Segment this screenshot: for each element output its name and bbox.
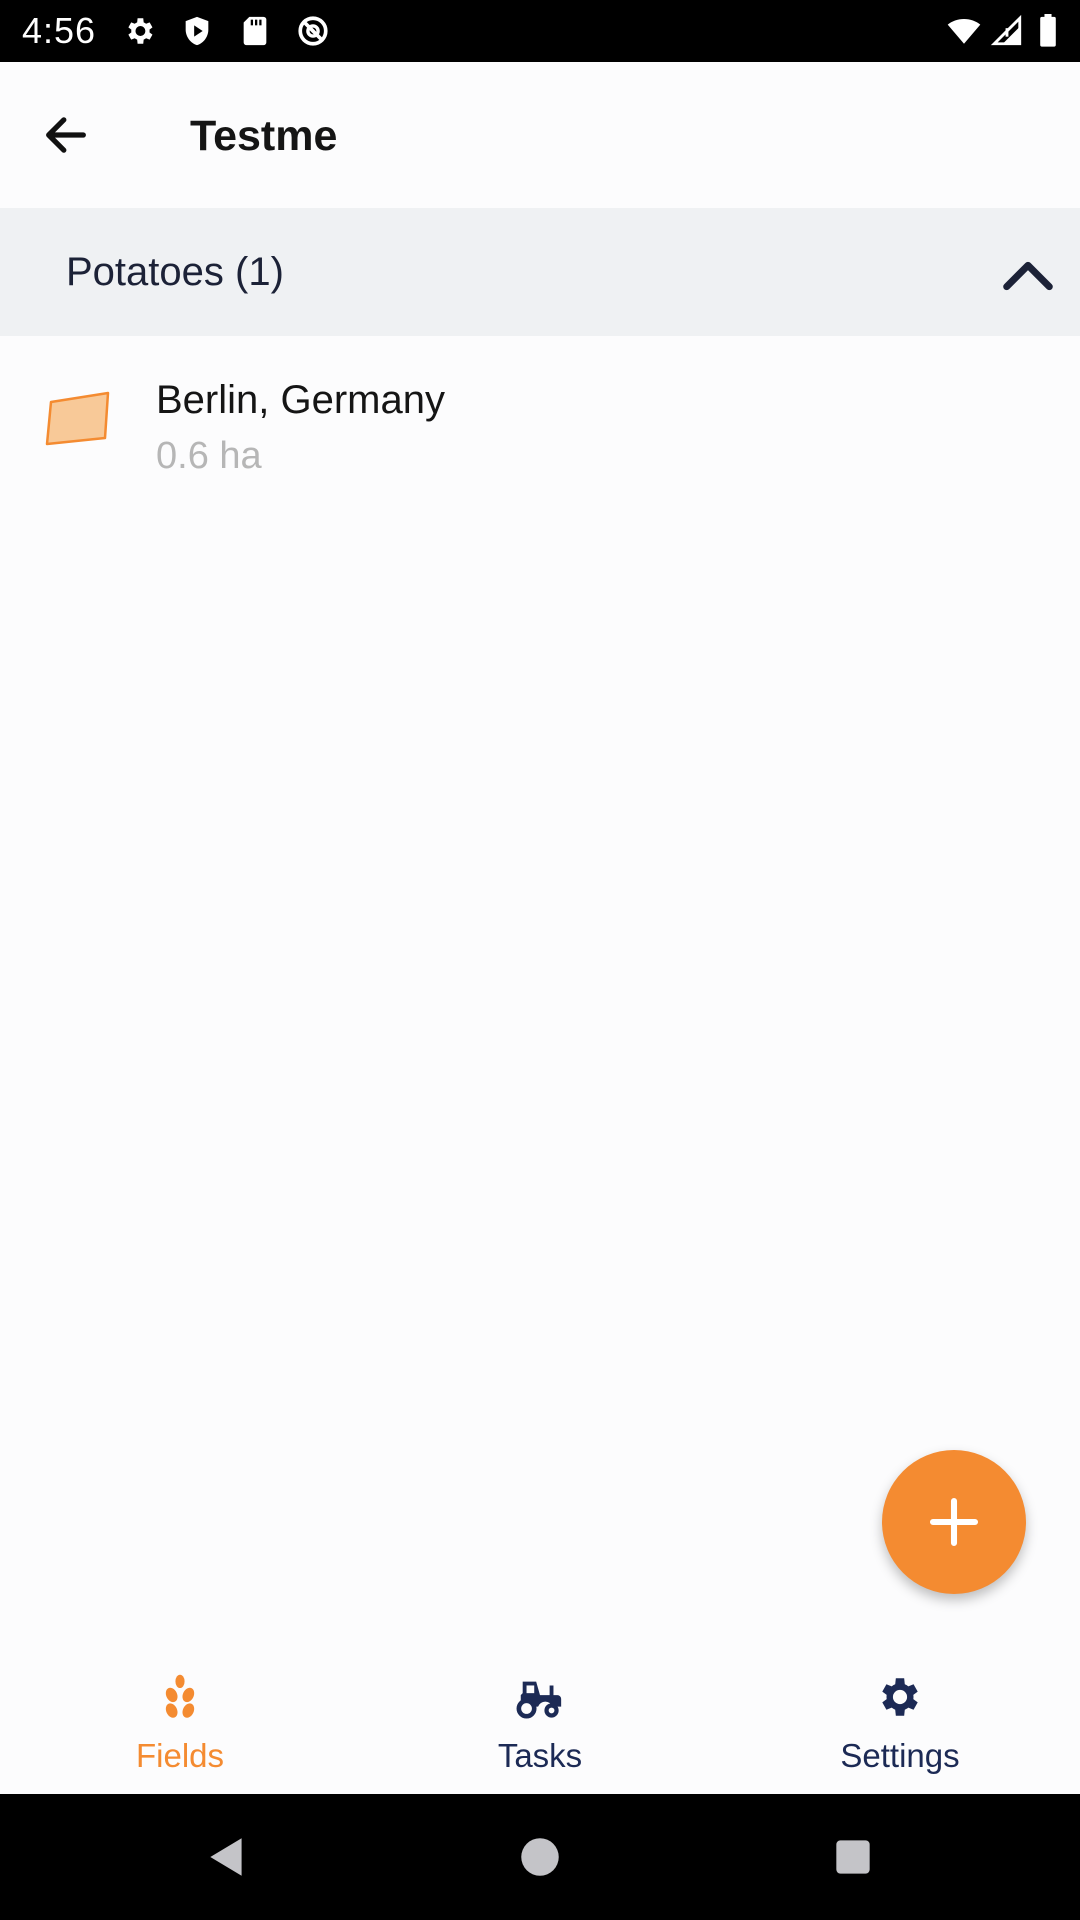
tractor-icon — [515, 1672, 565, 1722]
group-title: Potatoes (1) — [66, 250, 284, 294]
system-nav-bar — [0, 1794, 1080, 1920]
field-name: Berlin, Germany — [156, 378, 445, 422]
home-circle-icon[interactable] — [515, 1832, 565, 1882]
shield-play-icon — [180, 14, 214, 48]
recents-square-icon[interactable] — [828, 1832, 878, 1882]
field-area: 0.6 ha — [156, 435, 262, 477]
wheat-icon — [155, 1672, 205, 1722]
back-button[interactable] — [34, 103, 98, 167]
add-field-button[interactable] — [882, 1450, 1026, 1594]
chevron-up-icon[interactable] — [996, 244, 1060, 308]
gear-icon — [875, 1672, 925, 1722]
nav-label-tasks: Tasks — [497, 1737, 583, 1774]
nav-item-settings[interactable]: Settings — [720, 1638, 1080, 1794]
settings-icon — [122, 14, 156, 48]
field-list-item[interactable]: Berlin, Germany 0.6 ha — [0, 336, 1080, 500]
back-triangle-icon[interactable] — [202, 1832, 252, 1882]
signal-icon — [990, 14, 1024, 48]
nav-item-tasks[interactable]: Tasks — [360, 1638, 720, 1794]
status-time: 4:56 — [22, 10, 97, 51]
sd-card-icon — [238, 14, 272, 48]
nav-label-settings: Settings — [840, 1737, 960, 1774]
app-bar: Testme — [0, 62, 1080, 208]
plus-icon — [929, 1497, 979, 1547]
field-polygon-icon — [44, 388, 114, 450]
status-bar: 4:56 — [0, 0, 1080, 62]
nav-item-fields[interactable]: Fields — [0, 1638, 360, 1794]
at-sign-icon — [296, 14, 330, 48]
group-header[interactable]: Potatoes (1) — [0, 208, 1080, 336]
arrow-left-icon — [46, 117, 86, 153]
battery-icon — [1036, 14, 1060, 48]
wifi-icon — [944, 14, 984, 48]
nav-label-fields: Fields — [135, 1737, 225, 1774]
bottom-nav: Fields Tasks Settings — [0, 1638, 1080, 1794]
page-title: Testme — [190, 112, 338, 160]
